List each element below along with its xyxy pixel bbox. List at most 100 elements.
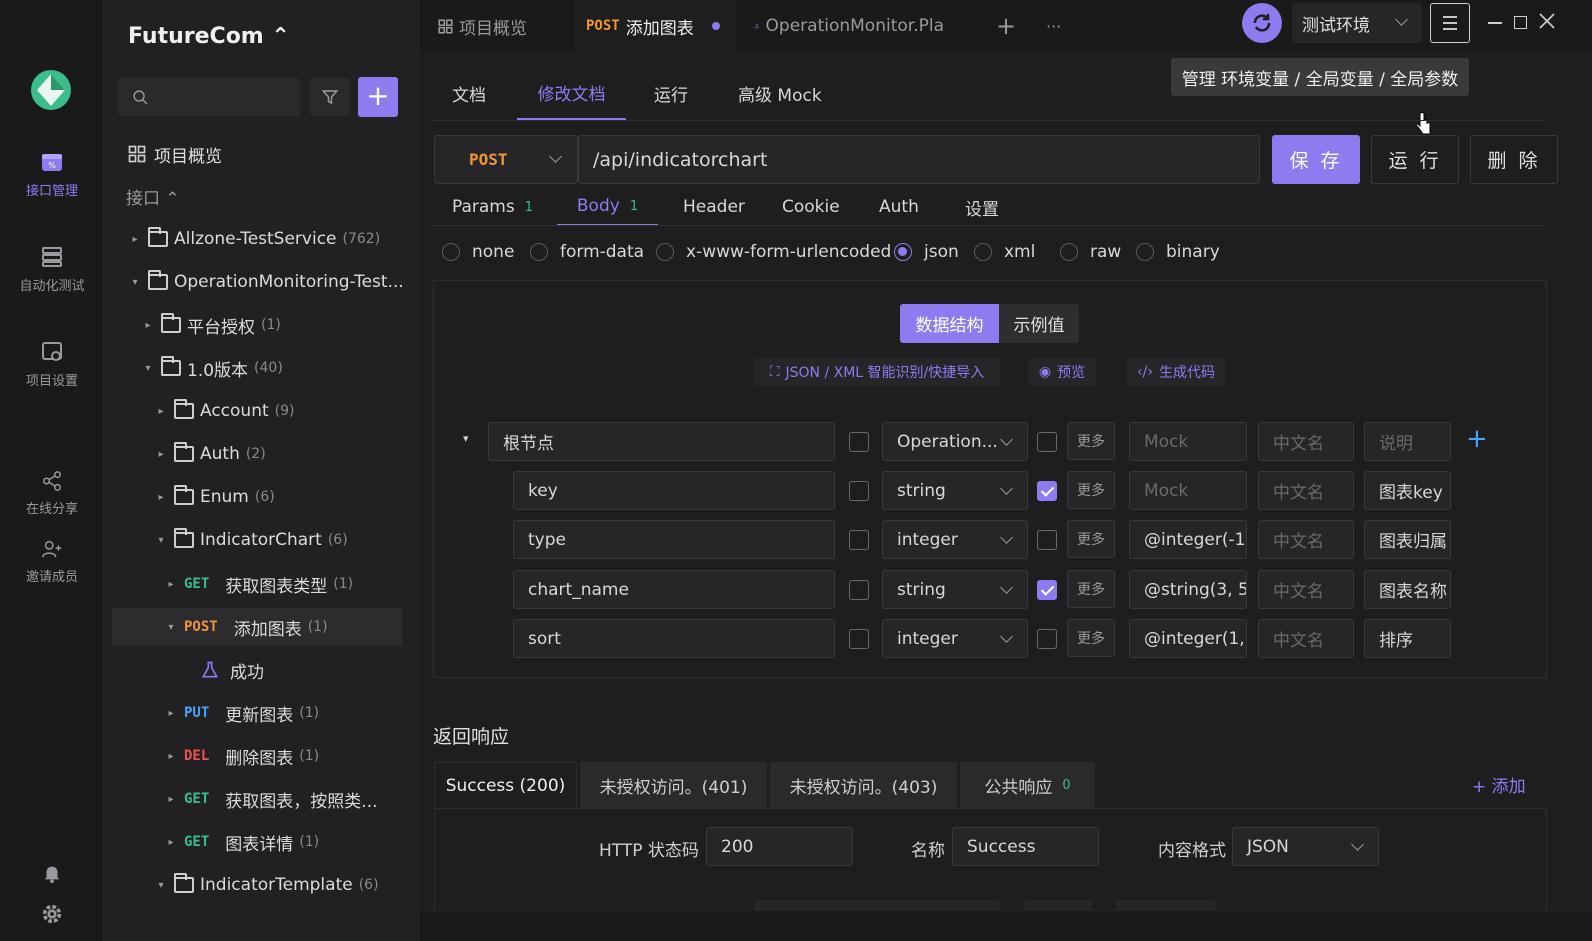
- subtab-edit-doc[interactable]: 修改文档: [517, 66, 626, 120]
- tab-more-button[interactable]: ···: [1046, 0, 1061, 52]
- smart-import-button[interactable]: ⛶ JSON / XML 智能识别/快捷导入: [754, 358, 1000, 386]
- caret-down-icon[interactable]: ▾: [128, 277, 142, 288]
- nullable-checkbox[interactable]: [849, 580, 869, 600]
- tree-api[interactable]: ▸ PUT 更新图表 (1): [164, 694, 319, 732]
- more-options-button[interactable]: 更多: [1067, 520, 1115, 558]
- required-checkbox[interactable]: [1037, 432, 1057, 452]
- required-checkbox[interactable]: [1037, 530, 1057, 550]
- body-type-binary[interactable]: binary: [1136, 242, 1220, 262]
- close-icon[interactable]: [1538, 12, 1556, 30]
- field-name-input[interactable]: sort: [513, 619, 835, 658]
- http-status-input[interactable]: 200: [706, 827, 853, 866]
- body-type-json[interactable]: json: [894, 242, 959, 262]
- radio-icon[interactable]: [530, 243, 548, 261]
- tree-folder[interactable]: ▾ OperationMonitoring-Test...: [128, 263, 404, 301]
- mock-input[interactable]: Mock: [1129, 471, 1247, 510]
- settings-gear-icon[interactable]: [41, 903, 63, 925]
- body-type-x-www-form-urlencoded[interactable]: x-www-form-urlencoded: [656, 242, 891, 262]
- more-options-button[interactable]: 更多: [1067, 619, 1115, 657]
- delete-button[interactable]: 删 除: [1470, 135, 1558, 184]
- mock-input[interactable]: @integer(1,: [1129, 619, 1247, 658]
- save-button[interactable]: 保 存: [1272, 135, 1360, 184]
- nullable-checkbox[interactable]: [849, 629, 869, 649]
- response-name-input[interactable]: Success: [952, 827, 1099, 866]
- tree-folder[interactable]: ▾ 1.0版本 (40): [141, 349, 283, 387]
- add-item-button[interactable]: +: [358, 77, 398, 117]
- maximize-icon[interactable]: [1514, 16, 1527, 29]
- param-tab-cookie[interactable]: Cookie: [782, 188, 840, 226]
- nullable-checkbox[interactable]: [849, 432, 869, 452]
- tree-api[interactable]: ▾ POST 添加图表 (1): [112, 608, 402, 646]
- caret-right-icon[interactable]: ▸: [141, 320, 155, 331]
- field-name-input[interactable]: type: [513, 520, 835, 559]
- tree-folder[interactable]: ▸ Enum (6): [154, 478, 275, 516]
- more-options-button[interactable]: 更多: [1067, 570, 1115, 608]
- caret-right-icon[interactable]: ▸: [164, 708, 178, 719]
- caret-down-icon[interactable]: ▾: [141, 363, 155, 374]
- field-type-select[interactable]: string: [882, 471, 1028, 510]
- add-field-button[interactable]: +: [1466, 424, 1488, 454]
- generate-code-button[interactable]: ‹/› 生成代码: [1126, 358, 1226, 386]
- content-format-select[interactable]: JSON: [1232, 827, 1379, 866]
- caret-right-icon[interactable]: ▸: [154, 492, 168, 503]
- param-tab-params[interactable]: Params 1: [452, 188, 533, 226]
- tree-folder[interactable]: ▾ IndicatorTemplate (6): [154, 866, 379, 904]
- required-checkbox[interactable]: [1037, 629, 1057, 649]
- notification-bell-icon[interactable]: [41, 862, 63, 884]
- project-overview-link[interactable]: 项目概览: [128, 140, 222, 168]
- chinese-name-input[interactable]: 中文名: [1258, 471, 1354, 510]
- tree-folder[interactable]: ▸ Auth (2): [154, 435, 266, 473]
- subtab-run[interactable]: 运行: [654, 66, 688, 120]
- caret-right-icon[interactable]: ▸: [164, 751, 178, 762]
- field-name-input[interactable]: key: [513, 471, 835, 510]
- radio-icon[interactable]: [656, 243, 674, 261]
- nav-api-management[interactable]: % 接口管理: [0, 150, 104, 199]
- body-type-none[interactable]: none: [442, 242, 514, 262]
- field-type-select[interactable]: string: [882, 570, 1028, 609]
- nav-project-settings[interactable]: 项目设置: [0, 340, 104, 389]
- tree-folder[interactable]: ▸ Allzone-TestService (762): [128, 220, 380, 258]
- description-input[interactable]: 图表名称: [1364, 570, 1451, 609]
- minimize-icon[interactable]: [1488, 22, 1502, 24]
- caret-right-icon[interactable]: ▸: [164, 579, 178, 590]
- new-tab-button[interactable]: +: [996, 0, 1016, 52]
- description-input[interactable]: 图表归属: [1364, 520, 1451, 559]
- radio-icon[interactable]: [442, 243, 460, 261]
- nullable-checkbox[interactable]: [849, 481, 869, 501]
- mock-input[interactable]: @integer(-1: [1129, 520, 1247, 559]
- add-response-button[interactable]: + 添加: [1472, 772, 1526, 797]
- mock-input[interactable]: @string(3, 5: [1129, 570, 1247, 609]
- more-options-button[interactable]: 更多: [1067, 471, 1115, 509]
- field-name-input[interactable]: 根节点: [488, 422, 835, 461]
- preview-button[interactable]: ◉ 预览: [1028, 358, 1096, 386]
- tree-folder[interactable]: ▸ 平台授权 (1): [141, 306, 281, 344]
- response-tab-success[interactable]: Success (200): [434, 762, 577, 808]
- collapse-caret-icon[interactable]: ▾: [463, 432, 469, 445]
- field-name-input[interactable]: chart_name: [513, 570, 835, 609]
- api-section-header[interactable]: 接口 ⌃: [126, 184, 180, 209]
- required-checkbox[interactable]: [1037, 580, 1057, 600]
- tree-folder[interactable]: ▾ IndicatorChart (6): [154, 521, 348, 559]
- sync-icon[interactable]: [1242, 3, 1282, 43]
- radio-icon[interactable]: [1136, 243, 1154, 261]
- body-type-xml[interactable]: xml: [974, 242, 1035, 262]
- nullable-checkbox[interactable]: [849, 530, 869, 550]
- body-type-raw[interactable]: raw: [1060, 242, 1121, 262]
- param-tab-body[interactable]: Body 1: [557, 188, 658, 226]
- radio-icon[interactable]: [1060, 243, 1078, 261]
- environment-select[interactable]: 测试环境: [1292, 3, 1422, 43]
- param-tab-header[interactable]: Header: [683, 188, 745, 226]
- param-tab-设置[interactable]: 设置: [965, 188, 999, 226]
- response-tab-403[interactable]: 未授权访问。(403): [770, 762, 957, 808]
- description-input[interactable]: 图表key: [1364, 471, 1451, 510]
- field-type-select[interactable]: Operation...: [882, 422, 1028, 461]
- method-select[interactable]: POST: [434, 135, 578, 184]
- caret-right-icon[interactable]: ▸: [154, 406, 168, 417]
- chinese-name-input[interactable]: 中文名: [1258, 422, 1354, 461]
- response-tab-401[interactable]: 未授权访问。(401): [580, 762, 767, 808]
- tree-api[interactable]: ▸ GET 获取图表类型 (1): [164, 565, 353, 603]
- subtab-doc[interactable]: 文档: [452, 66, 486, 120]
- run-button[interactable]: 运 行: [1371, 135, 1459, 184]
- tree-case[interactable]: 成功: [200, 651, 264, 689]
- environment-manage-button[interactable]: [1430, 3, 1470, 43]
